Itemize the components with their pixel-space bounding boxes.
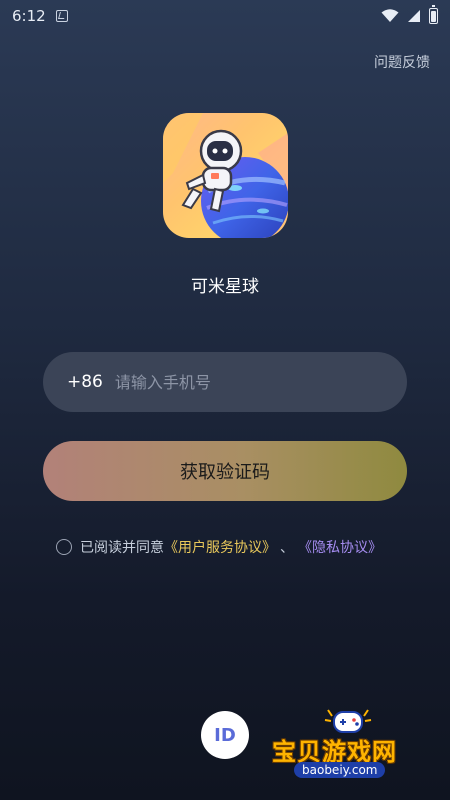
privacy-link[interactable]: 《隐私协议》 [298, 537, 382, 557]
id-login-button[interactable]: ID [201, 711, 249, 759]
wifi-icon [381, 9, 399, 22]
terms-link[interactable]: 《用户服务协议》 [164, 537, 276, 557]
agree-checkbox[interactable] [56, 539, 72, 555]
get-code-button[interactable]: 获取验证码 [43, 441, 407, 501]
agreement-text: 已阅读并同意 [80, 540, 164, 556]
astronaut-planet-illustration [163, 113, 288, 238]
feedback-link[interactable]: 问题反馈 [374, 52, 430, 72]
country-code[interactable]: +86 [67, 372, 103, 392]
agreement-separator: 、 [280, 540, 294, 556]
watermark-url: baobeiy.com [294, 762, 386, 778]
agreement-row: 已阅读并同意 《用户服务协议》 、 《隐私协议》 [56, 537, 382, 557]
status-icons [381, 5, 438, 24]
status-time: 6:12 [12, 7, 46, 25]
app-name: 可米星球 [191, 277, 259, 297]
battery-icon [429, 5, 438, 24]
signal-icon [408, 10, 420, 22]
status-bar: 6:12 [0, 0, 450, 32]
notification-app-icon [55, 10, 68, 22]
watermark-logo: 宝贝游戏网 baobeiy.com [272, 706, 432, 778]
phone-input[interactable] [114, 372, 407, 392]
phone-field[interactable]: +86 [43, 352, 407, 412]
app-logo [163, 113, 288, 238]
